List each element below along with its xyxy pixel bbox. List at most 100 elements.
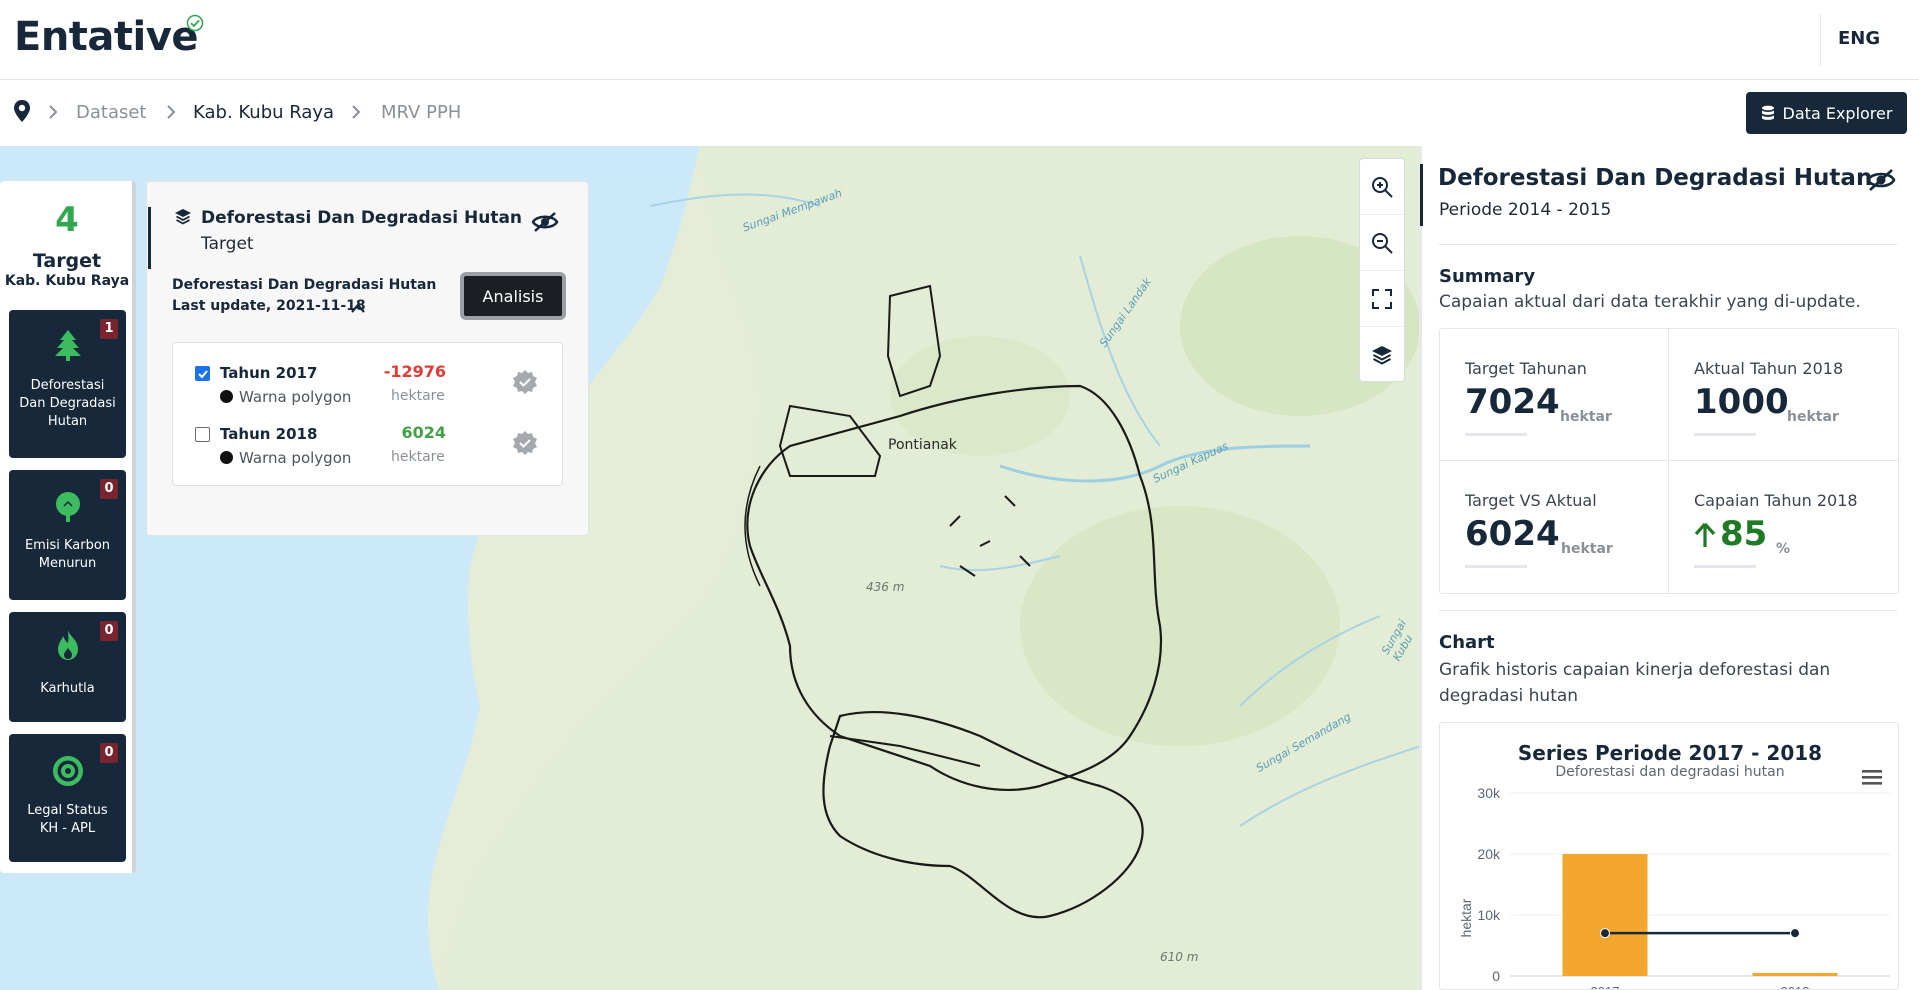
category-legal-status[interactable]: 0 Legal Status KH - APL [9, 734, 126, 862]
zoom-out-icon [1372, 232, 1393, 254]
fullscreen-button[interactable] [1360, 271, 1404, 327]
layers-icon [1372, 346, 1392, 365]
verified-badge-icon [513, 431, 537, 455]
summary-heading: Summary [1439, 266, 1536, 287]
y-tick-label: 20k [1477, 846, 1501, 862]
data-explorer-button[interactable]: Data Explorer [1746, 92, 1907, 134]
chevron-right-icon [49, 105, 58, 119]
app-logo[interactable]: Entative [14, 14, 198, 60]
stat-underline [1465, 433, 1527, 436]
detail-title: Deforestasi Dan Degradasi Hutan [1438, 165, 1873, 191]
stat-target-vs-aktual: Target VS Aktual 6024 hektar [1440, 461, 1669, 593]
chart-bar[interactable] [1562, 854, 1648, 976]
stat-unit: hektar [1560, 409, 1612, 425]
chevron-right-icon [352, 105, 361, 119]
stat-underline [1694, 433, 1756, 436]
target-region: Kab. Kubu Raya [4, 273, 130, 289]
layer-checkbox-2017[interactable] [195, 366, 210, 381]
stat-unit: hektar [1561, 541, 1613, 557]
language-switch[interactable]: ENG [1838, 28, 1880, 49]
category-label: Karhutla [40, 681, 95, 696]
layer-checkbox-2018[interactable] [195, 427, 210, 442]
category-label-line: Menurun [38, 556, 97, 571]
category-label: Emisi Karbon Menurun [13, 537, 122, 573]
chevron-up-icon[interactable] [350, 301, 366, 315]
layer-row-color: Warna polygon [220, 388, 351, 406]
breadcrumb-dataset[interactable]: Dataset [76, 102, 147, 123]
stat-label: Target Tahunan [1465, 359, 1587, 378]
layers-icon [175, 209, 191, 225]
verified-check-icon [186, 14, 204, 32]
layer-row-value: -12976 [383, 362, 446, 381]
y-tick-label: 30k [1477, 785, 1501, 801]
map-elevation-label: 610 m [1160, 950, 1199, 964]
map-city-label: Pontianak [888, 437, 957, 453]
detail-period: Periode 2014 - 2015 [1439, 200, 1612, 220]
arrow-up-icon [1694, 522, 1716, 547]
dataset-last-update: Last update, 2021-11-18 [172, 298, 366, 314]
category-label-line: Dan Degradasi [19, 396, 116, 411]
polygon-color-swatch [220, 390, 233, 403]
category-label-line: KH - APL [39, 821, 96, 836]
category-label-line: Deforestasi [30, 378, 105, 393]
stat-label: Target VS Aktual [1465, 491, 1597, 510]
y-tick-label: 10k [1477, 907, 1501, 923]
database-icon [1761, 105, 1774, 120]
chart-title: Series Periode 2017 - 2018 [1517, 741, 1823, 765]
carbon-leaf-icon [56, 492, 80, 522]
layer-row-year: Tahun 2017 [220, 364, 318, 382]
x-tick-label: 2018 [1781, 984, 1810, 990]
layer-row-color-label: Warna polygon [239, 388, 352, 406]
checkmark-icon [197, 369, 208, 378]
polygon-color-swatch [220, 451, 233, 464]
x-tick-label: 2017 [1591, 984, 1620, 990]
category-label: Deforestasi Dan Degradasi Hutan [13, 377, 122, 431]
map-elevation-label: 436 m [866, 580, 905, 594]
layers-button[interactable] [1360, 327, 1404, 383]
stat-value: 6024 [1465, 514, 1560, 554]
layer-row-color-label: Warna polygon [239, 449, 352, 467]
category-label-line: Hutan [47, 414, 88, 429]
analisis-button[interactable]: Analisis [460, 272, 566, 320]
eye-off-icon[interactable] [531, 210, 559, 234]
target-icon [53, 756, 83, 786]
category-karhutla[interactable]: 0 Karhutla [9, 612, 126, 722]
chart-bar[interactable] [1752, 972, 1838, 976]
menu-icon[interactable] [1861, 768, 1883, 786]
eye-off-icon[interactable] [1866, 167, 1896, 193]
summary-stats: Target Tahunan 7024 hektar Aktual Tahun … [1439, 328, 1899, 594]
chart-description-line: Grafik historis capaian kinerja deforest… [1439, 660, 1831, 680]
category-deforestasi[interactable]: 1 Deforestasi Dan Degradasi Hutan [9, 310, 126, 458]
chart-line-point[interactable] [1790, 928, 1800, 939]
layer-row-unit: hektare [391, 388, 445, 404]
y-axis-label: hektar [1458, 898, 1474, 937]
stat-unit: % [1776, 541, 1791, 557]
breadcrumb-region[interactable]: Kab. Kubu Raya [193, 102, 334, 123]
stat-target-tahunan: Target Tahunan 7024 hektar [1440, 329, 1669, 461]
zoom-in-button[interactable] [1360, 159, 1404, 215]
stat-label: Aktual Tahun 2018 [1694, 359, 1844, 378]
detail-accent-bar [1420, 164, 1423, 226]
stat-value: 1000 [1694, 382, 1789, 422]
chart-subtitle: Deforestasi dan degradasi hutan [1555, 764, 1785, 780]
chart-heading: Chart [1439, 632, 1495, 653]
breadcrumb-current: MRV PPH [381, 102, 462, 123]
zoom-out-button[interactable] [1360, 215, 1404, 271]
dataset-name: Deforestasi Dan Degradasi Hutan [172, 277, 437, 293]
layer-row-value: 6024 [401, 423, 446, 442]
category-label-line: Legal Status [27, 803, 108, 818]
y-tick-label: 0 [1492, 968, 1500, 984]
chart-line-point[interactable] [1600, 928, 1610, 939]
category-label-line: Emisi Karbon [24, 538, 111, 553]
divider [1439, 244, 1897, 245]
target-title: Target [32, 250, 102, 272]
fire-icon [58, 630, 78, 660]
header-divider [1820, 14, 1821, 66]
category-emisi-karbon[interactable]: 0 Emisi Karbon Menurun [9, 470, 126, 600]
layer-row-unit: hektare [391, 449, 445, 465]
app-header: Entative ENG [0, 0, 1919, 80]
tree-icon [55, 330, 81, 361]
category-badge: 0 [100, 479, 118, 499]
stat-underline [1465, 565, 1527, 568]
divider [1439, 610, 1897, 611]
